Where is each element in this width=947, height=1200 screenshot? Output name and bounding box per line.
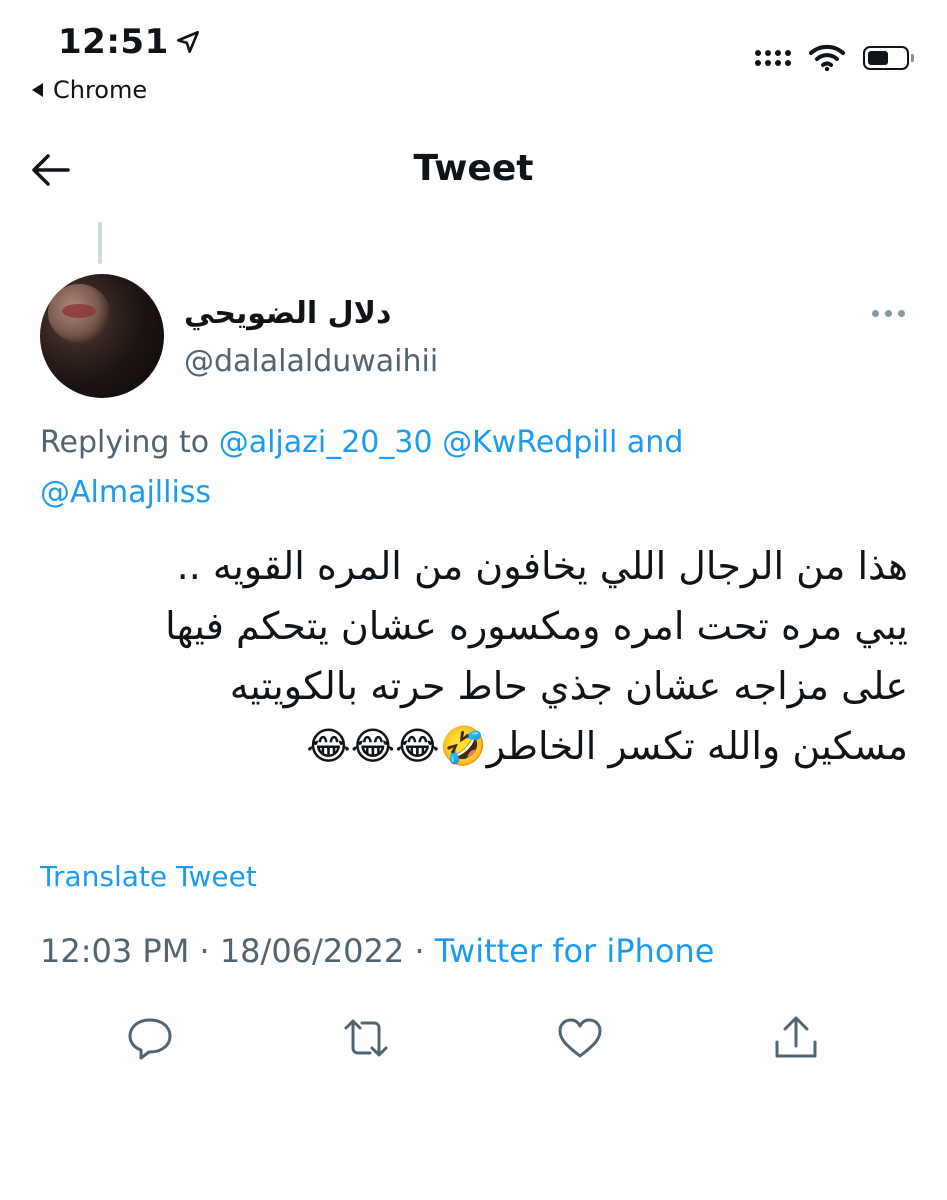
tweet-meta: 12:03 PM · 18/06/2022 · Twitter for iPho… <box>40 932 714 970</box>
mention-link[interactable]: @aljazi_20_30 <box>219 425 433 460</box>
mention-joiner[interactable]: and <box>627 425 683 460</box>
meta-separator: · <box>199 932 210 970</box>
status-indicators <box>755 44 914 72</box>
translate-tweet-link[interactable]: Translate Tweet <box>40 860 257 893</box>
more-horizontal-icon[interactable] <box>872 310 905 317</box>
tweet-date: 18/06/2022 <box>219 932 405 970</box>
retweet-icon <box>344 1019 388 1057</box>
thread-connector-line <box>98 222 102 264</box>
reply-icon <box>128 1018 172 1060</box>
tweet-text-line: مسكين والله تكسر الخاطر🤣😂😂😂 <box>306 724 908 768</box>
replying-to: Replying to @aljazi_20_30 @KwRedpill and… <box>40 418 910 518</box>
back-triangle-icon <box>32 83 43 97</box>
heart-icon <box>558 1018 602 1058</box>
status-time-text: 12:51 <box>58 22 169 62</box>
replying-prefix: Replying to <box>40 425 210 460</box>
tweet-text-line: هذا من الرجال اللي يخافون من المره القوي… <box>176 544 908 588</box>
share-icon <box>775 1016 817 1058</box>
back-app-label: Chrome <box>53 76 148 104</box>
avatar[interactable] <box>40 274 164 398</box>
retweet-button[interactable] <box>340 1012 392 1064</box>
mention-link[interactable]: @Almajlliss <box>40 475 211 510</box>
tweet-text-line: على مزاجه عشان جذي حاط حرته بالكويتيه <box>229 664 908 708</box>
cellular-signal-icon <box>755 50 791 66</box>
wifi-icon <box>809 44 845 72</box>
tweet-text-line: يبي مره تحت امره ومكسوره عشان يتحكم فيها <box>165 604 908 648</box>
tweet-time: 12:03 PM <box>40 932 190 970</box>
tweet-actions <box>0 1012 947 1072</box>
tweet-source-link[interactable]: Twitter for iPhone <box>435 932 715 970</box>
author-display-name[interactable]: دلال الضويحي <box>184 296 391 331</box>
back-to-app-link[interactable]: Chrome <box>32 76 147 104</box>
author-handle[interactable]: @dalalalduwaihii <box>184 344 438 379</box>
location-arrow-icon <box>176 30 199 54</box>
meta-separator: · <box>414 932 425 970</box>
mention-link[interactable]: @KwRedpill <box>442 425 617 460</box>
reply-button[interactable] <box>124 1012 176 1064</box>
like-button[interactable] <box>554 1012 606 1064</box>
share-button[interactable] <box>770 1012 822 1064</box>
tweet-header: Tweet <box>0 130 947 210</box>
page-title: Tweet <box>413 148 534 189</box>
battery-icon <box>863 46 914 70</box>
tweet-text: هذا من الرجال اللي يخافون من المره القوي… <box>40 536 908 776</box>
status-time: 12:51 <box>58 22 201 62</box>
